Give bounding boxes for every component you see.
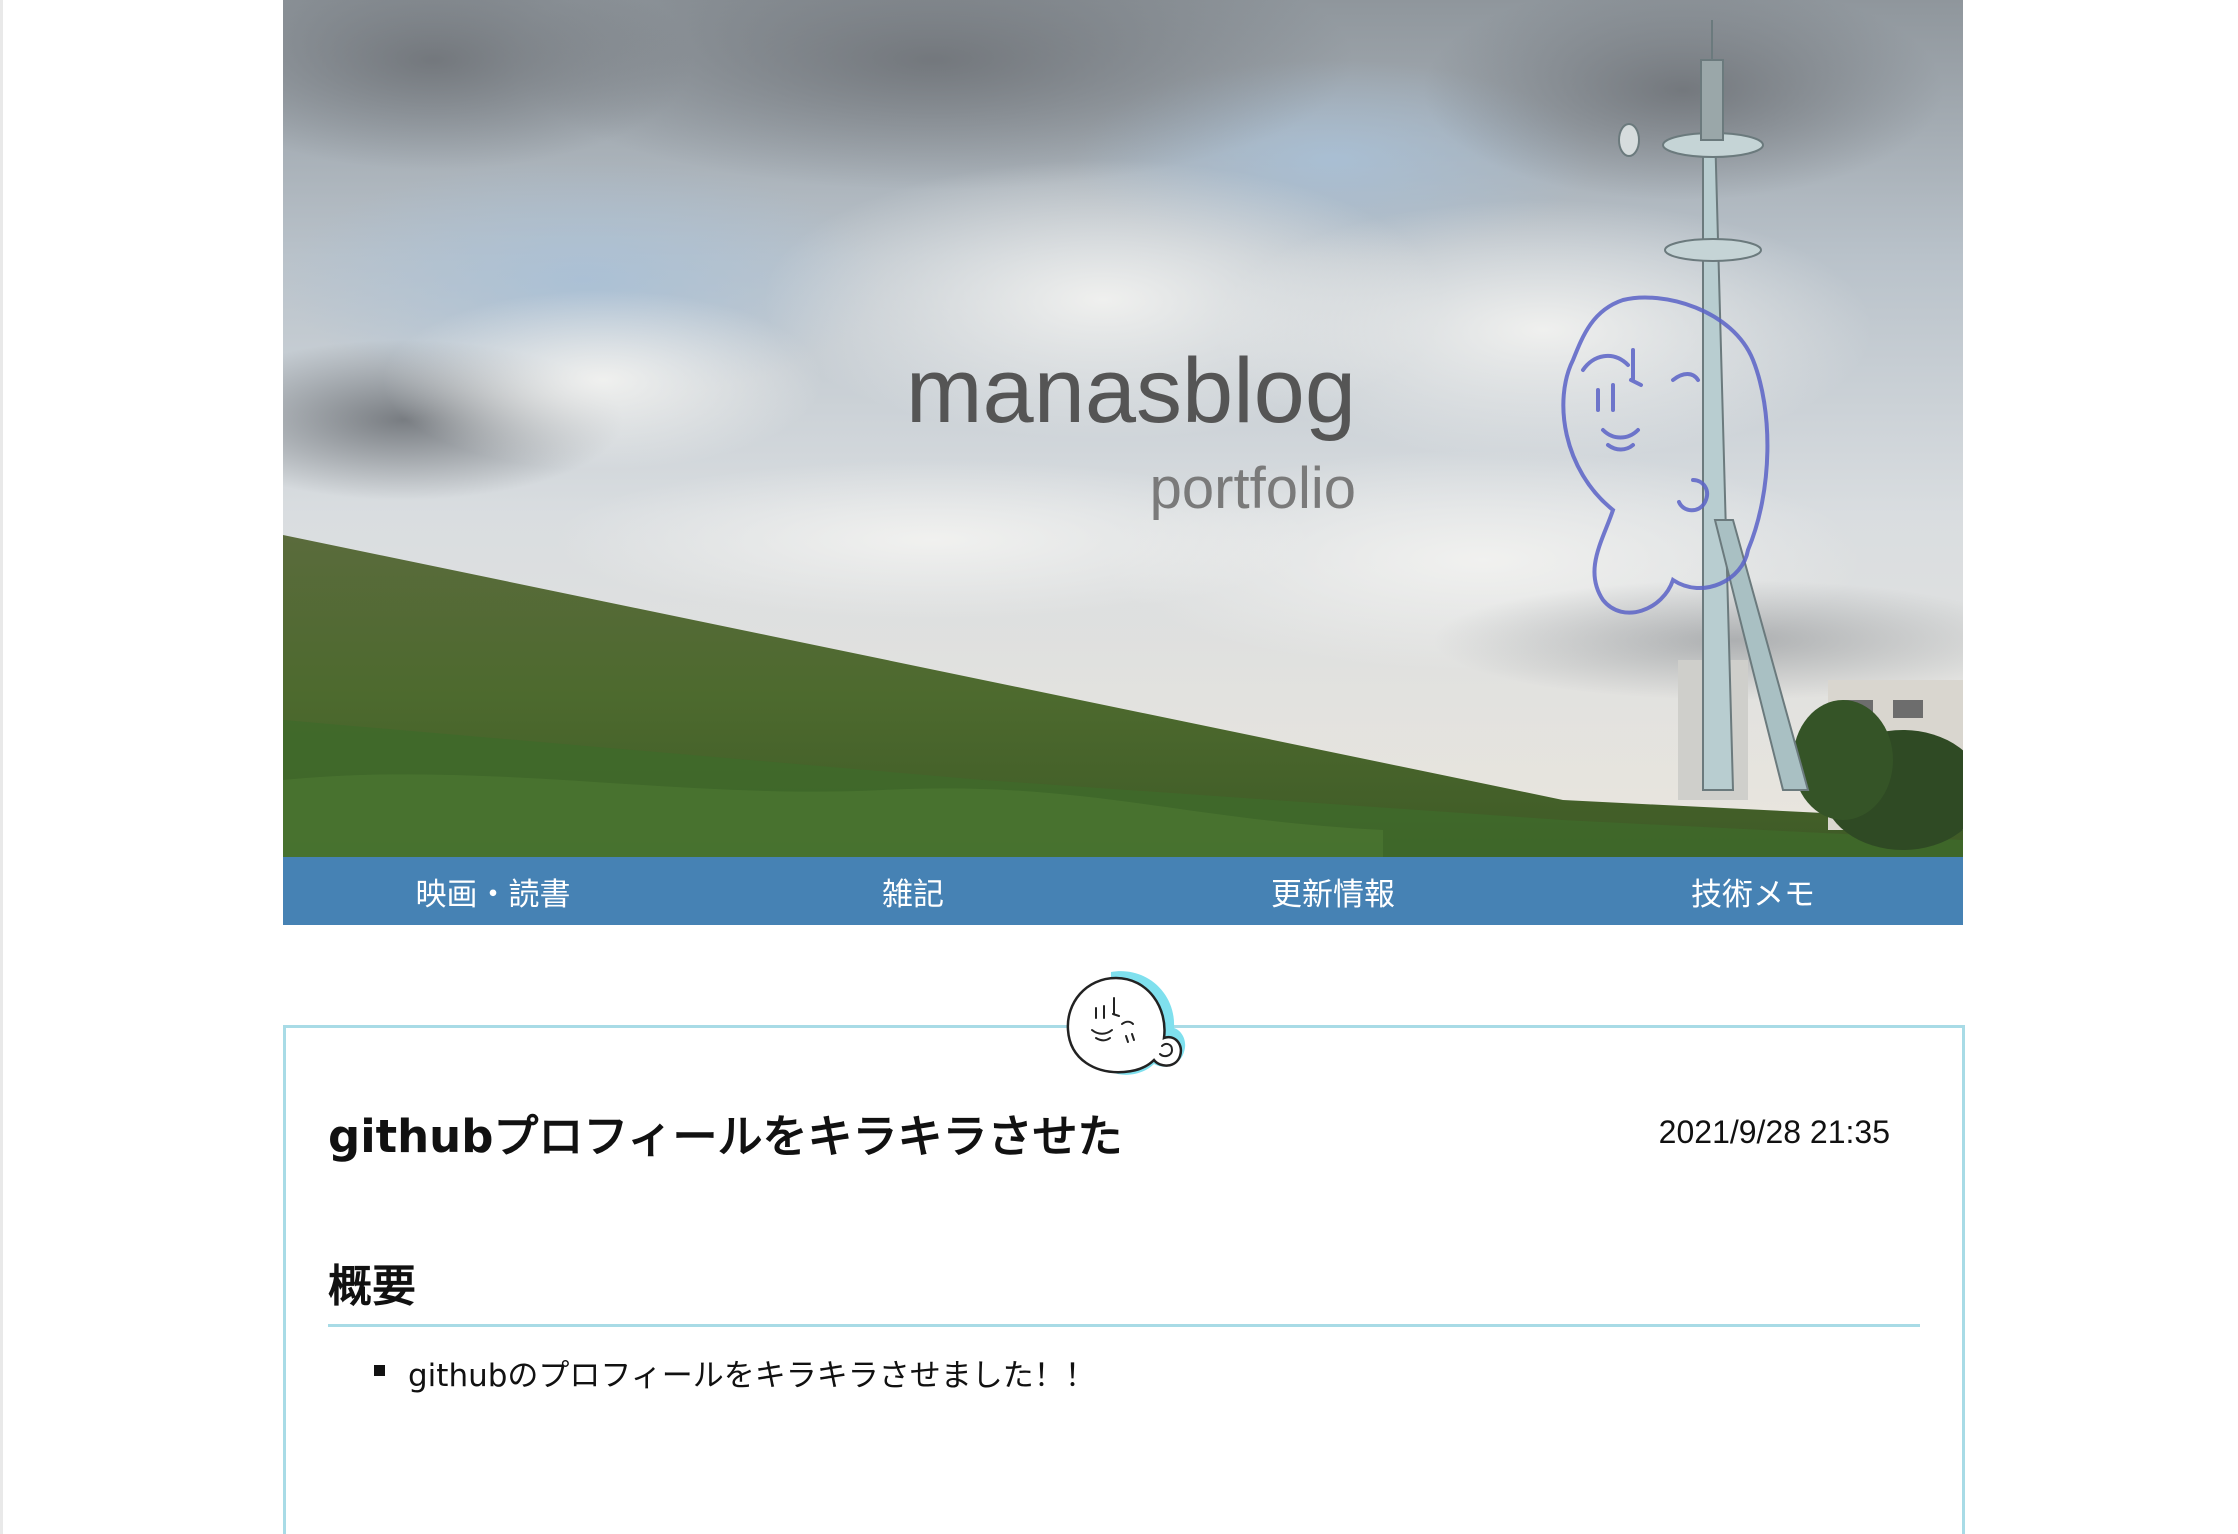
- article-card: githubプロフィールをキラキラさせた 2021/9/28 21:35 概要 …: [283, 1025, 1965, 1534]
- nav-item-movies-books[interactable]: 映画・読書: [283, 857, 703, 925]
- main-nav: 映画・読書 雑記 更新情報 技術メモ: [283, 857, 1963, 925]
- seal-badge-icon: [1066, 970, 1186, 1075]
- nav-item-misc[interactable]: 雑記: [703, 857, 1123, 925]
- section-heading: 概要: [328, 1250, 1920, 1327]
- list-item: githubのプロフィールをキラキラさせました！！: [374, 1350, 1096, 1395]
- bullet-marker: [374, 1365, 385, 1376]
- nav-item-updates[interactable]: 更新情報: [1123, 857, 1543, 925]
- site-subtitle: portfolio: [1149, 456, 1356, 521]
- bullet-list: githubのプロフィールをキラキラさせました！！: [374, 1350, 1096, 1395]
- seal-mascot-icon: [1561, 295, 1770, 615]
- post-date: 2021/9/28 21:35: [1658, 1114, 1890, 1150]
- nav-item-tech-notes[interactable]: 技術メモ: [1543, 857, 1963, 925]
- post-title[interactable]: githubプロフィールをキラキラさせた: [328, 1100, 1123, 1165]
- site-title[interactable]: manasblog: [906, 345, 1356, 437]
- header-banner: manasblog portfolio: [283, 0, 1963, 857]
- page: manasblog portfolio 映画・読書 雑記 更新情報 技術メモ g…: [0, 0, 2238, 1534]
- window-edge: [0, 0, 3, 1534]
- list-item-text: githubのプロフィールをキラキラさせました！！: [408, 1358, 1096, 1394]
